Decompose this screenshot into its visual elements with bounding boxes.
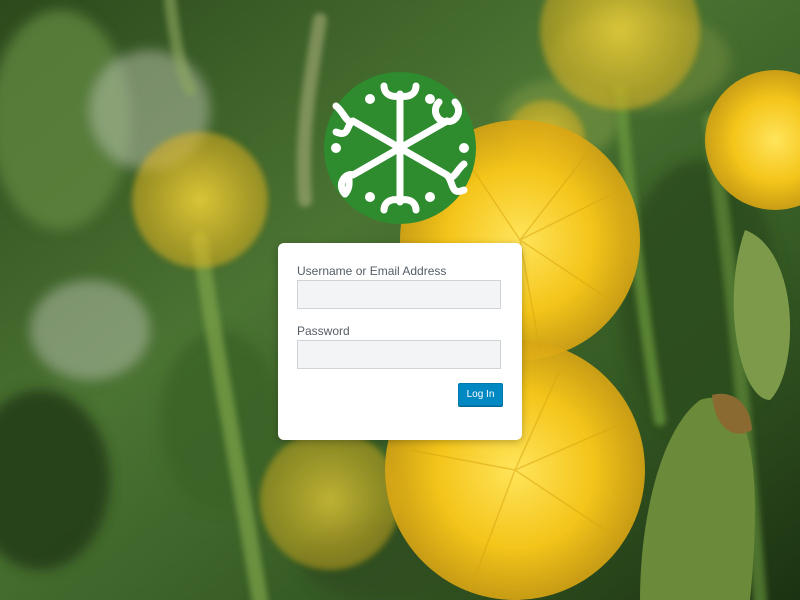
username-input[interactable] <box>297 280 501 309</box>
site-logo[interactable] <box>324 72 476 224</box>
login-form: Username or Email Address Password Log I… <box>278 243 522 440</box>
snowflake-emblem-icon <box>324 72 476 224</box>
log-in-button[interactable]: Log In <box>458 383 503 406</box>
username-label: Username or Email Address <box>297 264 447 278</box>
password-input[interactable] <box>297 340 501 369</box>
password-label: Password <box>297 324 350 338</box>
